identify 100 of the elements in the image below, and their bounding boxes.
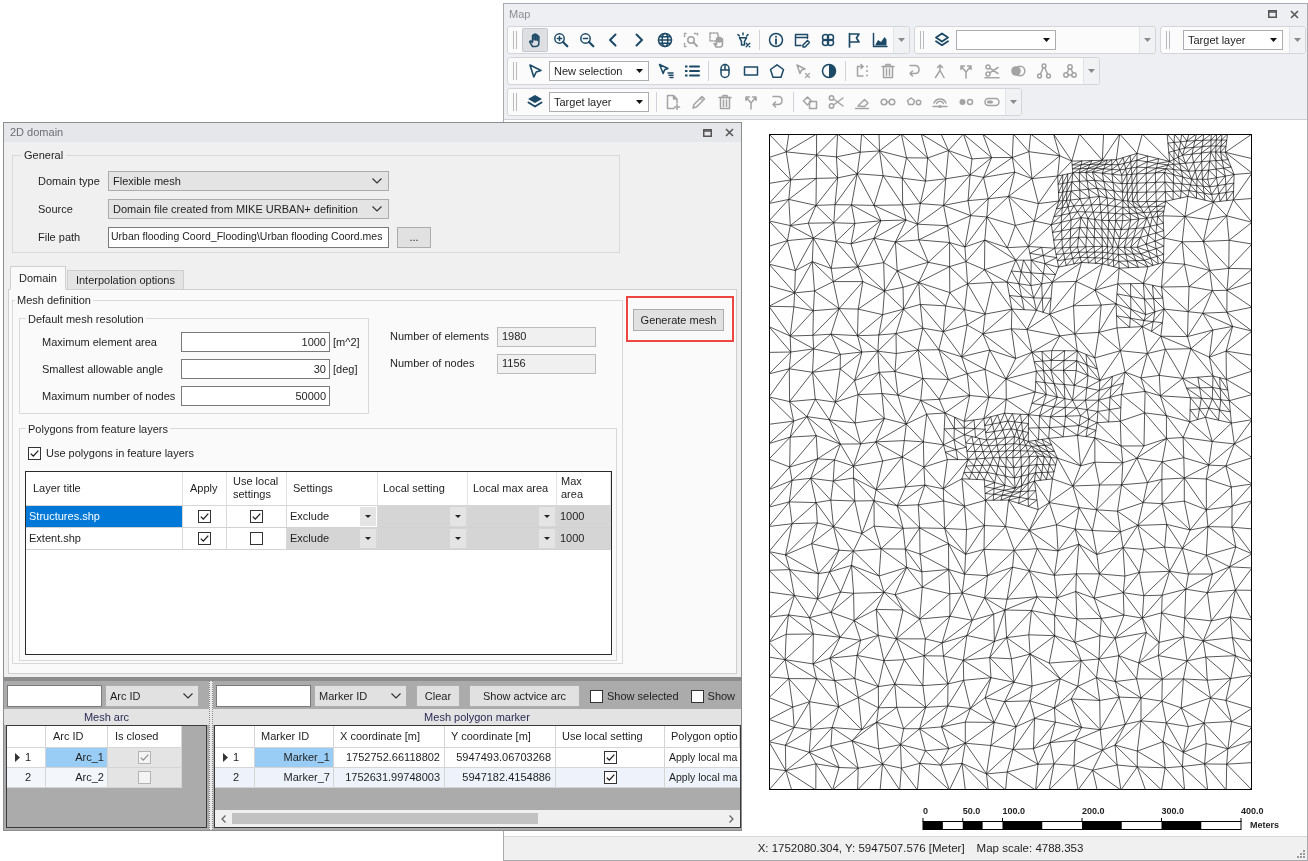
generate-mesh-button[interactable]: Generate mesh — [633, 309, 724, 331]
overflow-button[interactable] — [1083, 58, 1099, 84]
tab[interactable]: Domain — [10, 266, 66, 290]
row-number: 1 — [233, 750, 240, 766]
column-header: Layer title — [26, 471, 183, 505]
trash-icon — [880, 63, 896, 79]
grip-icon[interactable] — [513, 31, 517, 49]
rectangle-icon — [743, 63, 759, 79]
grip-icon[interactable] — [513, 62, 517, 80]
checkbox[interactable] — [138, 751, 151, 764]
cell-dropdown[interactable] — [378, 527, 468, 549]
toolbar-dropdown[interactable]: New selection — [549, 61, 649, 81]
show-active-arc-button[interactable]: Show actvice arc — [469, 685, 580, 707]
dropdown[interactable]: Flexible mesh — [108, 171, 389, 191]
toolbar-button[interactable] — [522, 28, 548, 52]
search-field[interactable] — [216, 685, 311, 707]
grip-icon[interactable] — [920, 31, 924, 49]
checkbox[interactable] — [138, 771, 151, 784]
table-cell[interactable]: Structures.shp — [26, 505, 183, 527]
chevron-down-icon — [372, 178, 382, 184]
cell-dropdown[interactable]: Exclude — [287, 505, 378, 527]
checkbox-label: Show — [707, 688, 736, 704]
list-icon — [684, 63, 700, 79]
zoom-in-icon — [553, 32, 569, 48]
table-cell[interactable]: Marker_1 — [255, 748, 334, 768]
clear-button[interactable]: Clear — [416, 685, 460, 707]
table-cell[interactable]: Arc_1 — [46, 748, 108, 768]
checkbox[interactable] — [250, 509, 263, 523]
table-cell[interactable]: Marker_7 — [255, 768, 334, 788]
column-header: Use local settings — [227, 471, 287, 505]
chevron-left-icon[interactable] — [221, 814, 226, 823]
cell-dropdown[interactable] — [378, 505, 468, 527]
scale-label: 300.0 — [1161, 806, 1185, 816]
input-field[interactable]: Urban flooding Coord_Flooding\Urban flooding Coord.mes — [108, 226, 389, 248]
dropdown[interactable]: Marker ID — [314, 685, 407, 707]
toolbar-dropdown[interactable]: Target layer — [549, 92, 649, 112]
grip-icon[interactable] — [1166, 31, 1170, 49]
checkbox[interactable] — [250, 531, 263, 545]
cell-dropdown[interactable] — [468, 527, 557, 549]
field-label: Domain type — [38, 173, 100, 189]
table-cell[interactable]: Extent.shp — [26, 527, 183, 549]
checkbox[interactable] — [28, 446, 41, 460]
row-number: 2 — [233, 770, 240, 786]
split-arrow-icon — [958, 63, 974, 79]
shapes-icon — [802, 94, 818, 110]
column-header: Max area — [557, 471, 611, 505]
layers-icon — [527, 94, 543, 110]
overflow-button[interactable] — [1289, 27, 1305, 53]
return-arrow-icon — [769, 94, 785, 110]
checkbox[interactable] — [198, 531, 211, 545]
return-arrow-icon — [906, 63, 922, 79]
layers-outline-icon — [934, 32, 950, 48]
input-field[interactable]: 30 — [181, 359, 330, 379]
split-arrow-icon — [743, 94, 759, 110]
chevron-right-icon[interactable] — [729, 814, 734, 823]
node-triangle-icon — [1036, 63, 1052, 79]
new-file-icon — [665, 94, 681, 110]
restore-icon — [702, 128, 712, 137]
checkbox[interactable] — [690, 689, 704, 703]
column-header: Settings — [287, 471, 378, 505]
restore-button[interactable] — [1265, 7, 1279, 21]
checkbox[interactable] — [603, 771, 617, 784]
checkbox[interactable] — [198, 509, 211, 523]
caret-icon — [1294, 38, 1301, 42]
cell-dropdown[interactable] — [468, 505, 557, 527]
resize-grip-icon[interactable] — [1297, 850, 1305, 858]
scale-label: 400.0 — [1241, 806, 1264, 816]
grip-icon[interactable] — [513, 93, 517, 111]
caret-icon — [1270, 38, 1277, 42]
coordinates-text: X: 1752080.304, Y: 5947507.576 [Meter] — [757, 840, 965, 856]
pencil-icon — [691, 94, 707, 110]
scrollbar-thumb[interactable] — [232, 813, 538, 824]
column-header: Apply — [183, 471, 227, 505]
cell-dropdown[interactable]: Exclude — [287, 527, 378, 549]
hand-frame-icon — [709, 32, 725, 48]
restore-icon — [1267, 10, 1277, 18]
field-label: Maximum number of nodes — [42, 388, 176, 404]
checkbox[interactable] — [590, 689, 603, 703]
dropdown[interactable]: Domain file created from MIKE URBAN+ definition — [108, 199, 389, 219]
group-title: Mesh definition — [16, 293, 92, 308]
dropdown[interactable]: Arc ID — [105, 685, 199, 707]
search-field[interactable] — [7, 685, 102, 707]
input-field[interactable]: 1000 — [181, 332, 330, 352]
scale-label: 100.0 — [1002, 806, 1026, 816]
half-circle-icon — [821, 63, 837, 79]
checkbox[interactable] — [603, 751, 617, 764]
scale-unit: Meters — [1250, 820, 1279, 830]
table-cell[interactable]: Arc_2 — [46, 768, 108, 788]
chevron-down-icon — [183, 693, 193, 699]
overflow-button[interactable] — [1005, 89, 1021, 115]
unit-label: [m^2] — [333, 334, 360, 350]
overflow-button[interactable] — [1139, 27, 1155, 53]
card-pencil-icon — [794, 32, 810, 48]
trash-icon — [717, 94, 733, 110]
tab[interactable]: Interpolation options — [66, 270, 184, 290]
toolbar-dropdown[interactable]: Target layer — [1183, 30, 1283, 50]
close-button[interactable] — [1287, 7, 1301, 21]
browse-button[interactable]: ... — [397, 226, 431, 248]
table-cell: Apply local ma — [665, 748, 740, 768]
input-field[interactable]: 50000 — [181, 386, 330, 406]
